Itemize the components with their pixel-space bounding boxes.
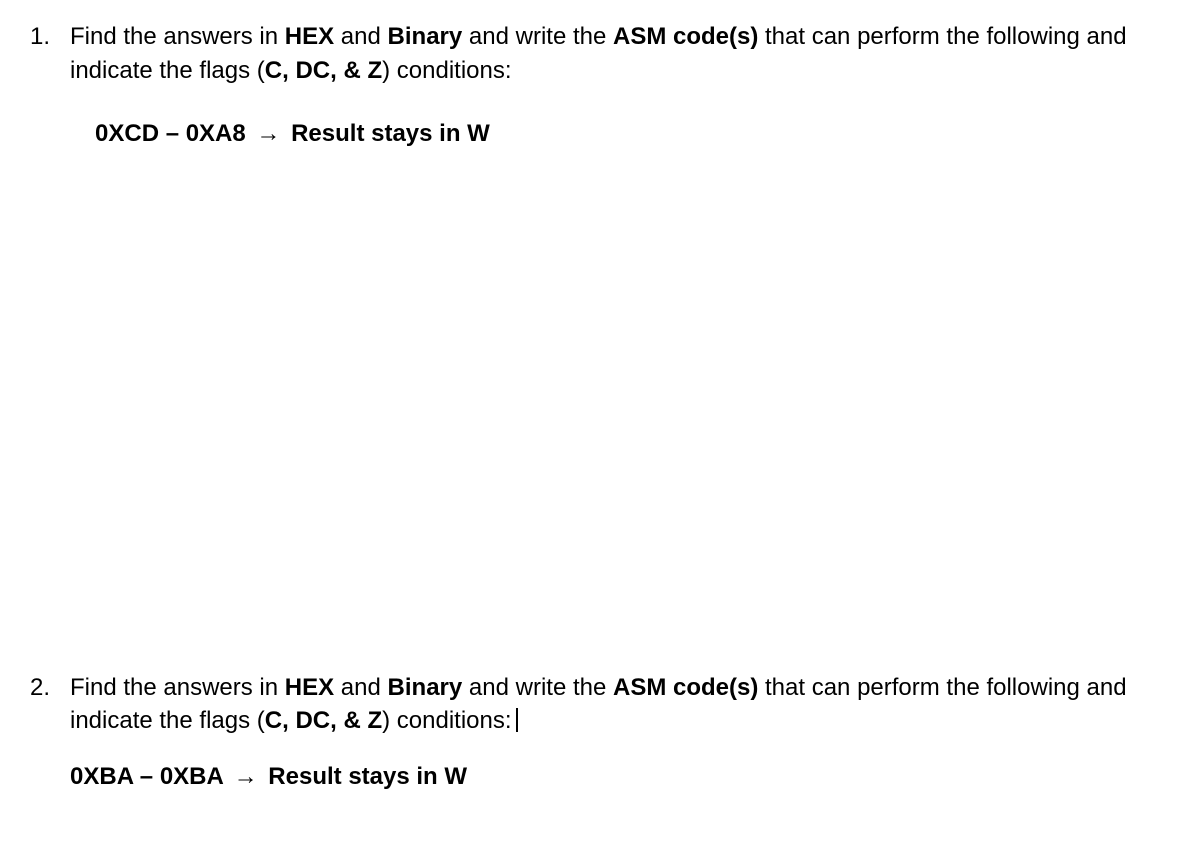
q2-text-pre: Find the answers in	[70, 674, 285, 701]
question-1-number: 1.	[30, 20, 65, 54]
question-2: 2. Find the answers in HEX and Binary an…	[30, 671, 1170, 794]
arrow-right-icon: →	[234, 763, 258, 790]
question-2-row: 2. Find the answers in HEX and Binary an…	[30, 671, 1170, 738]
q1-hex: HEX	[285, 23, 334, 50]
q2-sub-left: 0XBA – 0XBA	[70, 763, 223, 790]
q1-sub-left: 0XCD – 0XA8	[95, 120, 246, 147]
q2-binary: Binary	[388, 674, 463, 701]
q1-write-pre: and write the	[462, 23, 613, 50]
q1-text-pre: Find the answers in	[70, 23, 285, 50]
q2-and1: and	[334, 674, 387, 701]
question-1-operation: 0XCD – 0XA8 → Result stays in W	[95, 117, 1170, 151]
q2-sub-right: Result stays in W	[268, 763, 467, 790]
arrow-right-icon: →	[256, 120, 280, 147]
question-2-text: Find the answers in HEX and Binary and w…	[70, 671, 1170, 738]
q1-asm: ASM code(s)	[613, 23, 758, 50]
q2-flags: C, DC, & Z	[265, 707, 382, 734]
question-1-text: Find the answers in HEX and Binary and w…	[70, 20, 1170, 87]
q2-write-pre: and write the	[462, 674, 613, 701]
q1-binary: Binary	[388, 23, 463, 50]
q1-flags: C, DC, & Z	[265, 57, 382, 84]
question-2-operation: 0XBA – 0XBA → Result stays in W	[70, 760, 1170, 794]
text-cursor-icon	[516, 708, 518, 732]
q1-and1: and	[334, 23, 387, 50]
question-1-row: 1. Find the answers in HEX and Binary an…	[30, 20, 1170, 87]
q2-hex: HEX	[285, 674, 334, 701]
question-1: 1. Find the answers in HEX and Binary an…	[30, 20, 1170, 151]
q1-sub-right: Result stays in W	[291, 120, 490, 147]
question-2-number: 2.	[30, 671, 65, 705]
q2-asm: ASM code(s)	[613, 674, 758, 701]
q1-text-post: ) conditions:	[382, 57, 511, 84]
q2-text-post: ) conditions:	[382, 707, 511, 734]
